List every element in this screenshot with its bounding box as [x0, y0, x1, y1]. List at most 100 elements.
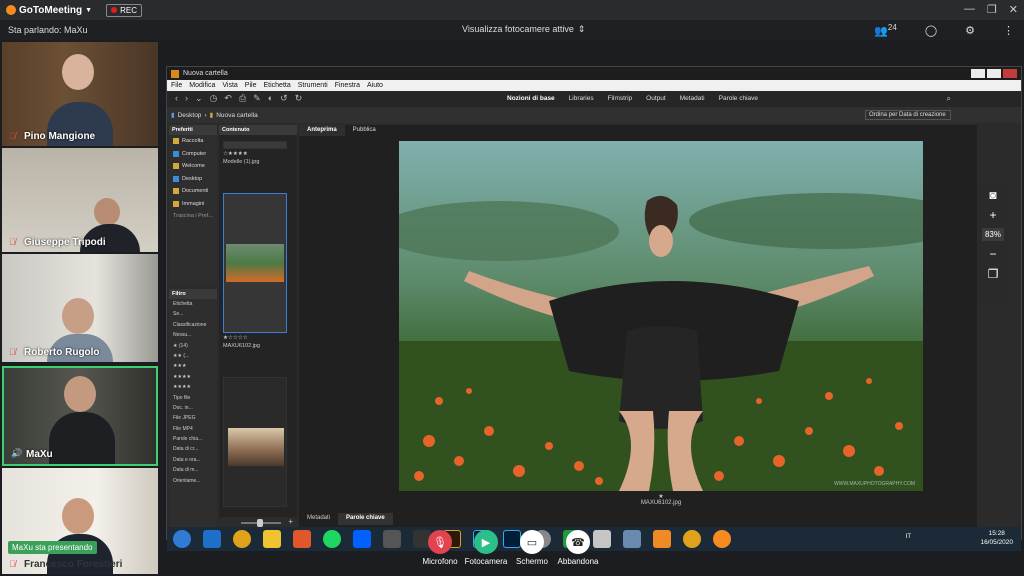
chrome-icon[interactable] [233, 530, 251, 548]
zoom-plus-icon[interactable]: + [288, 517, 293, 526]
favorites-header[interactable]: Preferiti [169, 125, 217, 135]
back-icon[interactable]: ‹ [175, 93, 178, 104]
refine-icon[interactable]: ✎ [253, 93, 261, 104]
close-icon[interactable]: ✕ [1009, 3, 1018, 16]
filter-item[interactable]: ★★★★ [169, 382, 217, 392]
participant-tile[interactable]: 🎙̸ Giuseppe Tripodi [2, 148, 158, 252]
windows-start-icon[interactable] [173, 530, 191, 548]
screenshot-camera-icon[interactable]: ◙ [989, 188, 996, 202]
favorite-item[interactable]: Immagini [169, 198, 217, 211]
menu-edit[interactable]: Modifica [189, 82, 215, 89]
tab-publish[interactable]: Pubblica [345, 125, 384, 136]
menu-view[interactable]: Vista [222, 82, 237, 89]
participant-tile-active[interactable]: 🔊 MaXu [2, 366, 158, 466]
filter-item[interactable]: Orientame... [169, 476, 217, 486]
minimize-icon[interactable] [971, 69, 985, 78]
filter-item[interactable]: File MP4 [169, 424, 217, 434]
filter-item[interactable]: Nessu... [169, 330, 217, 340]
camera-view-selector[interactable]: Visualizza fotocamere attive ⇕ [462, 24, 585, 35]
leave-button[interactable]: ☎ Abbandona [558, 530, 598, 566]
filter-item[interactable]: ★★★ [169, 361, 217, 371]
zoom-out-icon[interactable]: − [989, 247, 996, 261]
filter-item[interactable]: Etichetta [169, 299, 217, 309]
filter-item[interactable]: ★★★★ [169, 372, 217, 382]
participant-tile[interactable]: 🎙̸ Roberto Rugolo [2, 254, 158, 362]
rotate-left-icon[interactable]: ↺ [280, 93, 288, 104]
language-indicator[interactable]: IT [906, 534, 911, 540]
menu-window[interactable]: Finestra [335, 82, 360, 89]
filter-item[interactable]: Data di cr... [169, 444, 217, 454]
tab-preview[interactable]: Anteprima [299, 125, 345, 136]
mode-libraries[interactable]: Libraries [569, 95, 594, 102]
search-icon[interactable]: ⌕ [947, 94, 951, 104]
mode-filmstrip[interactable]: Filmstrip [608, 95, 633, 102]
filter-item[interactable]: Parole chia... [169, 434, 217, 444]
thumbnail-card-selected[interactable]: ★☆☆☆☆ MAXU6102.jpg [223, 193, 287, 349]
favorite-item[interactable]: Raccolta [169, 135, 217, 148]
mode-output[interactable]: Output [646, 95, 666, 102]
gotomeeting-taskbar-icon[interactable] [713, 530, 731, 548]
filter-item[interactable]: ★★ (... [169, 351, 217, 361]
menu-help[interactable]: Aiuto [367, 82, 383, 89]
filter-header[interactable]: Filtro [169, 289, 217, 299]
close-icon[interactable] [1003, 69, 1017, 78]
favorite-item[interactable]: Documenti [169, 185, 217, 198]
gotomeeting-logo[interactable]: GoToMeeting ▼ [6, 5, 92, 16]
filter-item[interactable]: ★ (14) [169, 341, 217, 351]
filter-item[interactable]: Se... [169, 309, 217, 319]
app-thumbnail-icon[interactable] [383, 530, 401, 548]
filter-item[interactable]: Data e ora... [169, 455, 217, 465]
menu-label[interactable]: Etichetta [263, 82, 290, 89]
more-vertical-icon[interactable]: ⋮ [1003, 24, 1014, 37]
mode-metadata[interactable]: Metadati [680, 95, 705, 102]
zoom-in-icon[interactable]: + [989, 208, 996, 222]
filter-item[interactable]: Tipo file [169, 393, 217, 403]
breadcrumb-new-folder[interactable]: Nuova cartella [216, 112, 258, 119]
filter-item[interactable]: Doc. in... [169, 403, 217, 413]
restore-icon[interactable]: ❐ [987, 3, 997, 16]
participant-tile[interactable]: 🎙̸ Francesco Forestieri [2, 468, 158, 574]
filter-item[interactable]: Data di m... [169, 465, 217, 475]
mode-essentials[interactable]: Nozioni di base [507, 95, 555, 102]
chrome-icon[interactable] [683, 530, 701, 548]
menu-stacks[interactable]: Pile [245, 82, 257, 89]
spotify-icon[interactable] [323, 530, 341, 548]
file-explorer-icon[interactable] [263, 530, 281, 548]
app-icon[interactable] [623, 530, 641, 548]
filter-item[interactable]: File JPEG [169, 413, 217, 423]
minimize-icon[interactable]: — [964, 3, 975, 16]
dropbox-icon[interactable] [353, 530, 371, 548]
boomerang-icon[interactable]: ↶ [224, 93, 232, 104]
favorite-item[interactable]: Welcome [169, 160, 217, 173]
gear-icon[interactable]: ⚙ [965, 24, 975, 37]
breadcrumb-desktop[interactable]: Desktop [178, 112, 202, 119]
mode-keywords[interactable]: Parole chiave [719, 95, 758, 102]
favorite-item[interactable]: Desktop [169, 173, 217, 186]
slider-thumb[interactable] [257, 519, 263, 527]
sort-dropdown[interactable]: Ordina per Data di creazione [865, 110, 951, 120]
tab-keywords[interactable]: Parole chiave [338, 513, 393, 525]
rotate-right-icon[interactable]: ↻ [295, 93, 303, 104]
vlc-icon[interactable] [653, 530, 671, 548]
camera-button[interactable]: ▶ Fotocamera [465, 530, 507, 566]
menu-file[interactable]: File [171, 82, 182, 89]
tab-metadata[interactable]: Metadati [299, 513, 338, 525]
open-in-camera-raw-icon[interactable]: ◐ [268, 93, 273, 104]
thumbnail-card[interactable]: ☆★★★★ Modelle (1).jpg [223, 141, 287, 165]
taskbar-clock[interactable]: 15:28 16/05/2020 [980, 529, 1013, 547]
internet-explorer-icon[interactable] [203, 530, 221, 548]
participant-tile[interactable]: 🎙̸ Pino Mangione [2, 42, 158, 146]
recent-icon[interactable]: ◷ [210, 93, 218, 104]
forward-icon[interactable]: › [185, 93, 188, 104]
restore-icon[interactable] [987, 69, 1001, 78]
chat-icon[interactable]: ◯ [925, 24, 937, 37]
menu-tools[interactable]: Strumenti [298, 82, 328, 89]
microphone-button[interactable]: 🎙 Microfono [422, 530, 458, 566]
favorite-item[interactable]: Computer [169, 148, 217, 161]
camera-get-photos-icon[interactable]: ⎙ [239, 93, 246, 104]
filter-item[interactable]: Classificazione [169, 320, 217, 330]
screen-share-button[interactable]: ▭ Schermo [516, 530, 548, 566]
media-player-icon[interactable] [293, 530, 311, 548]
attendees-button[interactable]: 👥24 [874, 23, 897, 38]
fit-screen-icon[interactable]: ❐ [988, 267, 999, 281]
